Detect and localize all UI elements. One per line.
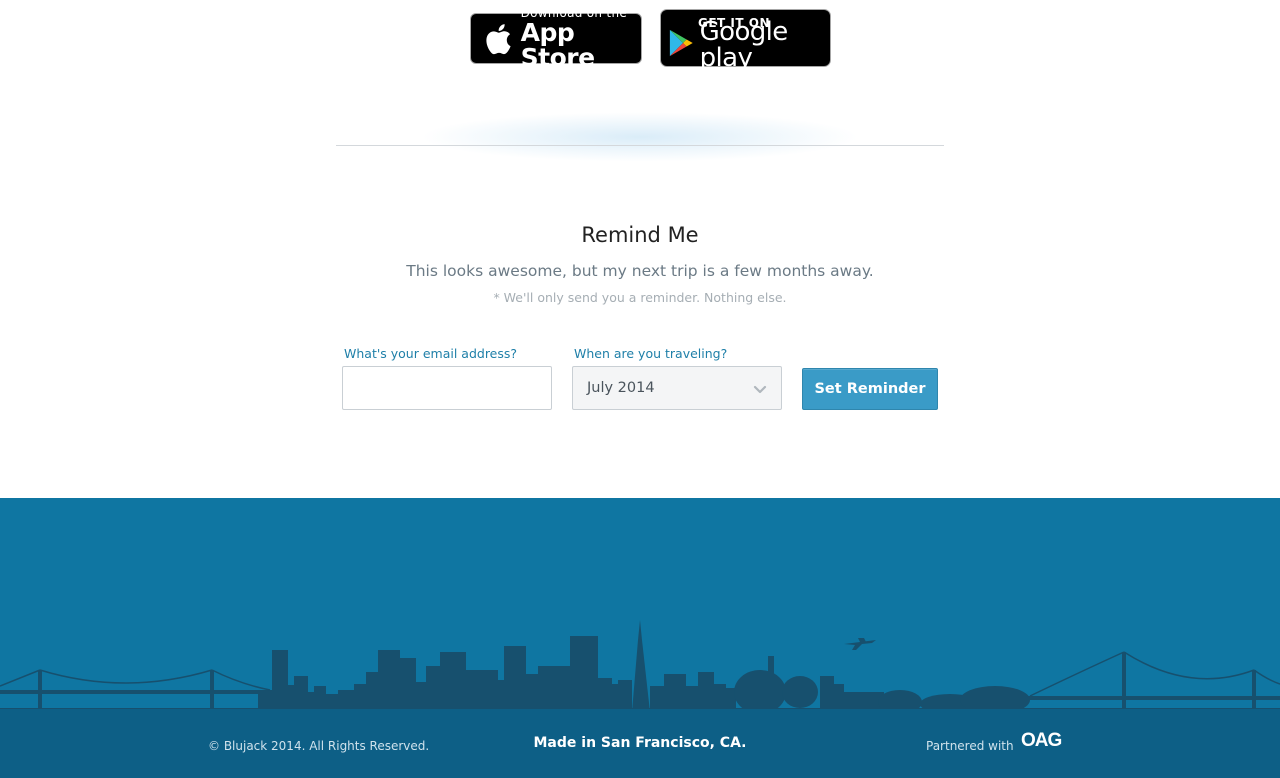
chevron-down-icon — [753, 385, 767, 394]
made-in-text: Made in San Francisco, CA. — [533, 735, 747, 751]
remind-note: * We'll only send you a reminder. Nothin… — [493, 290, 787, 305]
apple-icon — [486, 23, 511, 54]
travel-date-label: When are you traveling? — [574, 346, 728, 361]
set-reminder-button[interactable]: Set Reminder — [802, 368, 938, 410]
google-play-icon — [669, 29, 693, 57]
app-store-big-text: App Store — [520, 18, 595, 72]
airplane-icon — [844, 638, 876, 650]
travel-date-value: July 2014 — [587, 380, 655, 396]
remind-title: Remind Me — [581, 223, 699, 247]
email-field[interactable] — [342, 366, 552, 410]
travel-date-select[interactable]: July 2014 — [572, 366, 782, 410]
app-store-badge[interactable]: Download on the App Store — [470, 7, 642, 70]
google-play-small-text: GET IT ON — [698, 16, 770, 30]
oag-logo[interactable]: OAG — [1021, 730, 1062, 752]
remind-subtitle: This looks awesome, but my next trip is … — [406, 262, 874, 280]
google-play-badge[interactable]: GET IT ON Google play — [660, 9, 831, 71]
partnered-with-text: Partnered with — [926, 739, 1014, 753]
email-label: What's your email address? — [344, 346, 518, 361]
divider-glow — [420, 112, 860, 162]
skyline-illustration — [0, 620, 1280, 712]
section-divider — [336, 145, 944, 146]
